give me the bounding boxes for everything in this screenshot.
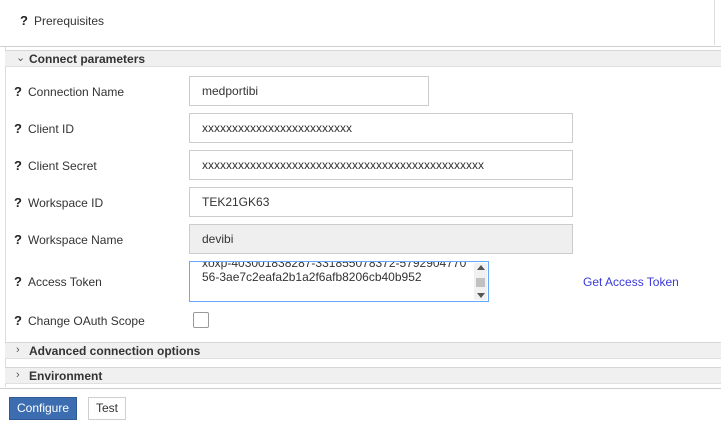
- prerequisites-panel: [0, 0, 715, 45]
- client-secret-label: ? Client Secret: [14, 158, 97, 173]
- change-oauth-scope-checkbox[interactable]: [193, 312, 209, 328]
- help-icon[interactable]: ?: [14, 232, 28, 247]
- footer-divider: [0, 388, 721, 389]
- help-icon[interactable]: ?: [14, 313, 28, 328]
- help-icon[interactable]: ?: [14, 121, 28, 136]
- help-icon[interactable]: ?: [14, 195, 28, 210]
- client-id-label: ? Client ID: [14, 121, 75, 136]
- help-icon[interactable]: ?: [14, 274, 28, 289]
- section-title: Environment: [29, 369, 103, 383]
- workspace-name-field: devibi: [189, 224, 573, 254]
- configure-button[interactable]: Configure: [9, 397, 77, 420]
- workspace-id-field[interactable]: TEK21GK63: [189, 187, 573, 217]
- scroll-up-icon[interactable]: [477, 265, 485, 270]
- help-icon[interactable]: ?: [20, 13, 34, 28]
- section-connect-parameters[interactable]: ⌄ Connect parameters: [5, 50, 721, 67]
- connection-name-label: ? Connection Name: [14, 84, 125, 99]
- help-icon[interactable]: ?: [14, 84, 28, 99]
- prerequisites-row[interactable]: ? Prerequisites: [20, 13, 104, 28]
- textarea-scrollbar[interactable]: [474, 263, 487, 300]
- client-id-field[interactable]: xxxxxxxxxxxxxxxxxxxxxxxxx: [189, 113, 573, 143]
- workspace-name-label: ? Workspace Name: [14, 232, 124, 247]
- chevron-right-icon: ›: [16, 344, 20, 356]
- chevron-right-icon: ›: [16, 369, 20, 381]
- change-oauth-scope-label: ? Change OAuth Scope: [14, 313, 145, 328]
- section-advanced-connection-options[interactable]: › Advanced connection options: [5, 342, 721, 359]
- section-title: Connect parameters: [29, 52, 146, 66]
- access-token-textarea[interactable]: xoxp-403001838287-331855078372-579290477…: [189, 261, 489, 302]
- test-button[interactable]: Test: [88, 397, 126, 420]
- chevron-down-icon: ⌄: [16, 52, 26, 64]
- scroll-down-icon[interactable]: [477, 293, 485, 298]
- get-access-token-link[interactable]: Get Access Token: [583, 275, 679, 289]
- section-environment[interactable]: › Environment: [5, 367, 721, 384]
- panel-border: [5, 47, 6, 387]
- access-token-value[interactable]: xoxp-403001838287-331855078372-579290477…: [202, 262, 472, 284]
- section-title: Advanced connection options: [29, 344, 201, 358]
- prerequisites-label[interactable]: Prerequisites: [34, 14, 104, 28]
- workspace-id-label: ? Workspace ID: [14, 195, 104, 210]
- scroll-thumb[interactable]: [476, 278, 485, 287]
- access-token-label: ? Access Token: [14, 274, 102, 289]
- connection-name-field[interactable]: medportibi: [189, 76, 429, 106]
- help-icon[interactable]: ?: [14, 158, 28, 173]
- divider: [0, 46, 721, 47]
- client-secret-field[interactable]: xxxxxxxxxxxxxxxxxxxxxxxxxxxxxxxxxxxxxxxx…: [189, 150, 573, 180]
